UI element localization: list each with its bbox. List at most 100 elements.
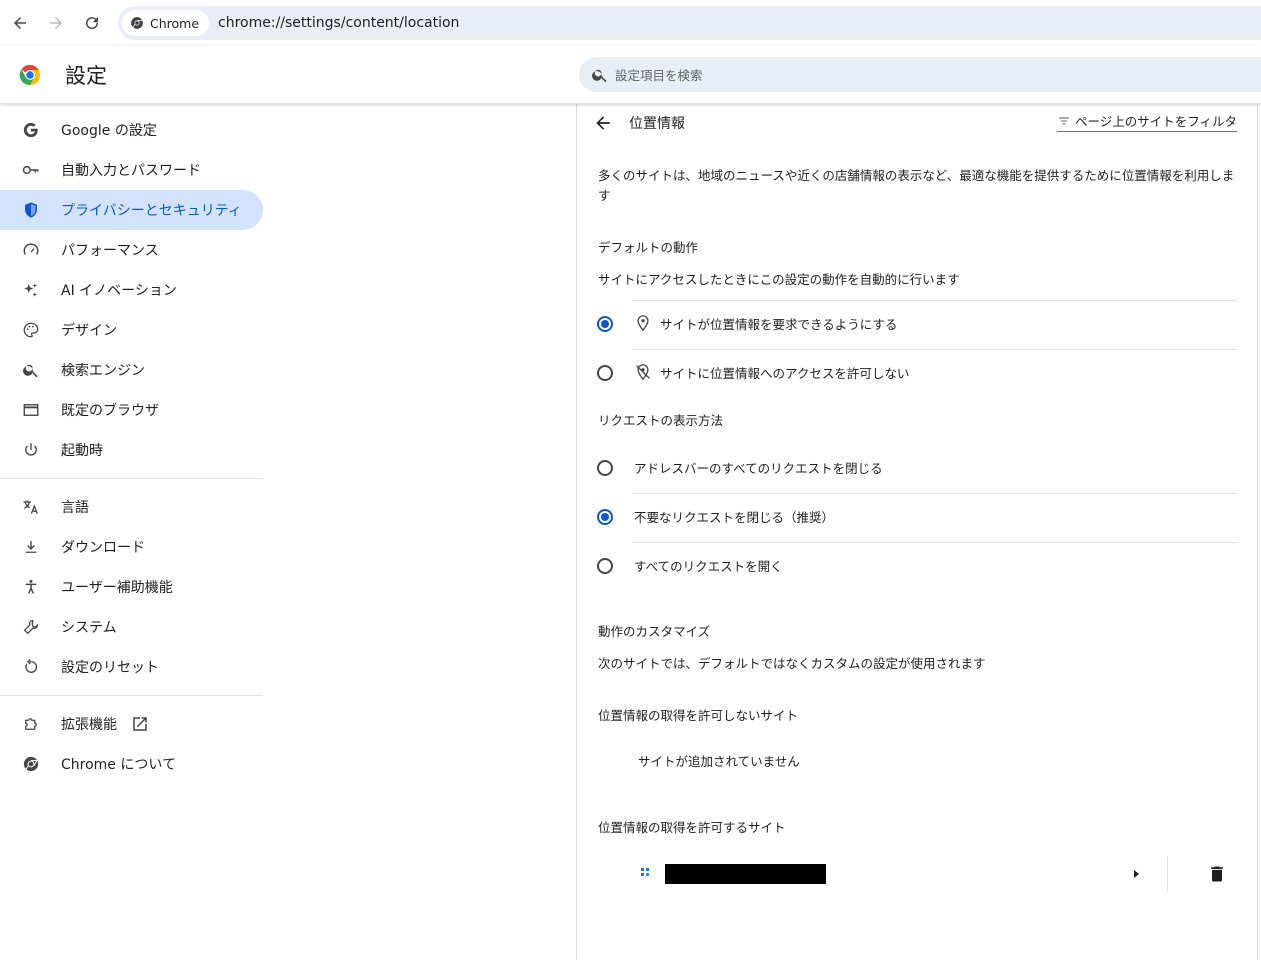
sidebar-item-label: デザイン <box>61 323 117 339</box>
settings-search[interactable]: 設定項目を検索 <box>579 57 1261 92</box>
sidebar-item-label: AI イノベーション <box>61 283 177 299</box>
radio-label: サイトに位置情報へのアクセスを許可しない <box>660 366 910 381</box>
google-g-icon <box>21 120 41 140</box>
chrome-logo-icon <box>19 64 40 86</box>
sidebar-item-label: 設定のリセット <box>61 660 159 676</box>
sidebar-item-google[interactable]: Google の設定 <box>0 110 263 150</box>
open-in-new-icon <box>133 717 147 731</box>
address-bar[interactable]: Chrome chrome://settings/content/locatio… <box>118 6 1261 40</box>
shield-icon <box>21 200 41 220</box>
reset-icon <box>21 657 41 677</box>
card-border-right <box>1257 104 1258 960</box>
sidebar-item-downloads[interactable]: ダウンロード <box>0 527 263 567</box>
site-chip-label: Chrome <box>150 15 200 31</box>
radio-allow-location[interactable]: サイトが位置情報を要求できるようにする <box>577 300 1257 348</box>
sidebar-item-label: プライバシーとセキュリティ <box>61 203 242 219</box>
sidebar-item-system[interactable]: システム <box>0 607 263 647</box>
trash-icon[interactable] <box>1207 864 1227 884</box>
key-icon <box>21 160 41 180</box>
back-button[interactable] <box>2 5 38 41</box>
radio-button[interactable] <box>597 316 613 332</box>
row-divider <box>632 542 1237 543</box>
allowed-sites-title: 位置情報の取得を許可するサイト <box>598 820 786 835</box>
arrow-left-icon[interactable] <box>593 113 613 133</box>
default-behavior-title: デフォルトの動作 <box>598 240 699 255</box>
sidebar-item-search-engine[interactable]: 検索エンジン <box>0 350 263 390</box>
triangle-right-icon[interactable] <box>1130 865 1142 883</box>
sidebar-item-appearance[interactable]: デザイン <box>0 310 263 350</box>
speedometer-icon <box>21 240 41 260</box>
radio-button[interactable] <box>597 365 613 381</box>
sidebar-item-label: システム <box>61 620 117 636</box>
radio-button[interactable] <box>597 460 613 476</box>
accessibility-icon <box>21 577 41 597</box>
sidebar-item-label: 自動入力とパスワード <box>61 163 201 179</box>
chrome-logo-icon <box>131 17 143 29</box>
palette-icon <box>21 320 41 340</box>
sidebar-divider <box>0 478 263 479</box>
download-icon <box>21 537 41 557</box>
radio-label: すべてのリクエストを開く <box>634 559 783 574</box>
search-placeholder: 設定項目を検索 <box>615 68 703 83</box>
radio-label: サイトが位置情報を要求できるようにする <box>660 317 898 332</box>
site-filter-input[interactable]: ページ上のサイトをフィルタ <box>1057 110 1237 132</box>
customize-subtitle: 次のサイトでは、デフォルトではなくカスタムの設定が使用されます <box>598 656 986 671</box>
sidebar-item-default-browser[interactable]: 既定のブラウザ <box>0 390 263 430</box>
sidebar-item-performance[interactable]: パフォーマンス <box>0 230 263 270</box>
sidebar-item-privacy[interactable]: プライバシーとセキュリティ <box>0 190 263 230</box>
location-description: 多くのサイトは、地域のニュースや近くの店舗情報の表示など、最適な機能を提供するた… <box>598 168 1235 203</box>
chrome-logo-icon <box>21 754 41 774</box>
site-favicon-icon <box>641 868 649 876</box>
radio-button[interactable] <box>597 558 613 574</box>
sidebar-item-label: パフォーマンス <box>61 243 159 259</box>
sidebar-item-autofill[interactable]: 自動入力とパスワード <box>0 150 263 190</box>
reload-button[interactable] <box>74 5 110 41</box>
blocked-sites-empty: サイトが追加されていません <box>638 754 800 769</box>
radio-block-location[interactable]: サイトに位置情報へのアクセスを許可しない <box>577 349 1257 397</box>
sidebar-item-startup[interactable]: 起動時 <box>0 430 263 470</box>
radio-quiet-all[interactable]: アドレスバーのすべてのリクエストを閉じる <box>577 444 1257 492</box>
subpage-title: 位置情報 <box>629 116 685 132</box>
default-behavior-subtitle: サイトにアクセスしたときにこの設定の動作を自動的に行います <box>598 272 960 287</box>
browser-toolbar: Chrome chrome://settings/content/locatio… <box>0 0 1261 46</box>
sidebar-item-languages[interactable]: 言語 <box>0 487 263 527</box>
sidebar-item-reset[interactable]: 設定のリセット <box>0 647 263 687</box>
puzzle-icon <box>21 714 41 734</box>
sidebar-item-label: 拡張機能 <box>61 717 117 733</box>
row-divider <box>632 300 1237 301</box>
filter-placeholder: ページ上のサイトをフィルタ <box>1074 114 1237 129</box>
reload-icon <box>86 17 99 30</box>
row-divider <box>632 493 1237 494</box>
radio-label: アドレスバーのすべてのリクエストを閉じる <box>634 461 883 476</box>
wrench-icon <box>21 617 41 637</box>
url-text[interactable]: chrome://settings/content/location <box>218 15 459 31</box>
radio-quiet-unwanted[interactable]: 不要なリクエストを閉じる（推奨） <box>577 493 1257 541</box>
sidebar-item-ai[interactable]: AI イノベーション <box>0 270 263 310</box>
sidebar-item-extensions[interactable]: 拡張機能 <box>0 704 263 744</box>
sidebar-item-label: Google の設定 <box>61 123 157 139</box>
radio-label: 不要なリクエストを閉じる（推奨） <box>634 510 835 525</box>
allowed-site-row[interactable] <box>577 852 1257 896</box>
page-title: 設定 <box>65 64 107 88</box>
sidebar-item-about[interactable]: Chrome について <box>0 744 263 784</box>
sparkle-icon <box>21 280 41 300</box>
radio-open-all[interactable]: すべてのリクエストを開く <box>577 542 1257 590</box>
row-divider <box>632 349 1237 350</box>
request-display-title: リクエストの表示方法 <box>598 413 724 428</box>
redacted-site-name <box>665 864 826 884</box>
filter-icon <box>1059 117 1069 124</box>
arrow-left-icon <box>14 17 26 29</box>
radio-button[interactable] <box>597 509 613 525</box>
sidebar-item-label: 検索エンジン <box>61 363 145 379</box>
site-chip[interactable]: Chrome <box>122 10 210 36</box>
browser-window-icon <box>21 400 41 420</box>
sidebar-item-accessibility[interactable]: ユーザー補助機能 <box>0 567 263 607</box>
settings-sidebar: Google の設定 自動入力とパスワード プライバシーとセキュリティ パフォー… <box>0 104 263 784</box>
forward-button[interactable] <box>38 5 74 41</box>
sidebar-item-label: 言語 <box>61 500 89 516</box>
arrow-right-icon <box>50 17 62 29</box>
translate-icon <box>21 497 41 517</box>
location-settings-card: 位置情報 ページ上のサイトをフィルタ 多くのサイトは、地域のニュースや近くの店舗… <box>577 104 1257 960</box>
sidebar-divider <box>0 695 263 696</box>
settings-header: 設定 設定項目を検索 <box>0 46 1261 104</box>
